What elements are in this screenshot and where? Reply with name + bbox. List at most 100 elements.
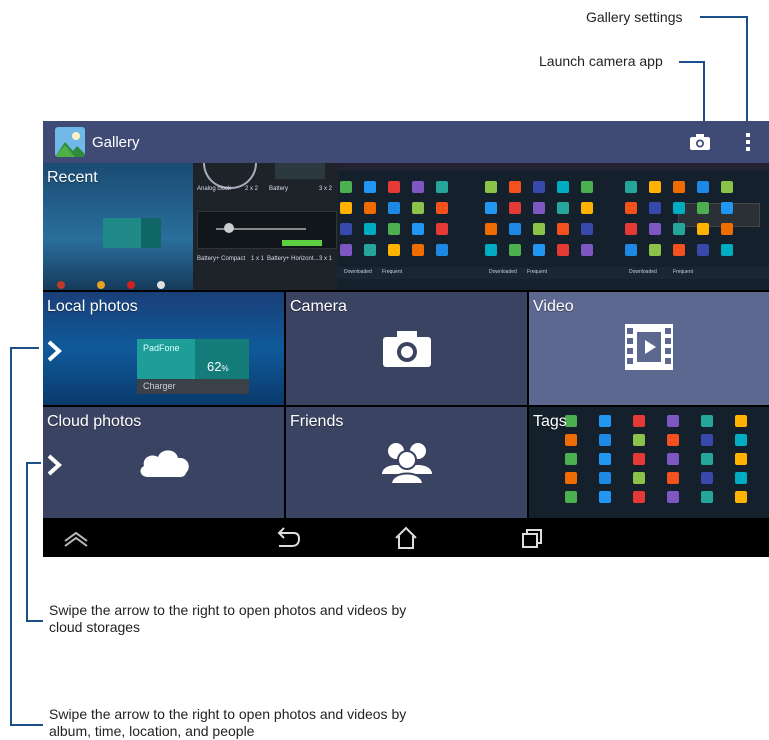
app-icon-thumb [599,415,611,427]
app-icon-thumb [701,434,713,446]
app-icon-thumb [599,472,611,484]
battery-bars [197,211,337,249]
tile-recent[interactable]: Analog clock 2 x 2 Battery 3 x 2 Battery… [43,163,769,290]
app-icon-thumb [412,181,424,193]
battery-horizontal-label: Battery+ Horizont... [267,256,319,262]
app-icon-thumb [533,244,545,256]
local-arrow-callout-line-bottom [10,724,43,726]
app-icon-thumb [625,181,637,193]
gallery-settings-callout-line [700,16,748,18]
analog-clock-size: 2 x 2 [245,186,259,192]
tile-cloud-photos[interactable]: Cloud photos [43,407,284,518]
tile-local-photos[interactable]: Local photos PadFone 62% Charger [43,292,284,405]
battery-label: Battery [269,186,289,192]
dot [97,281,105,289]
chevron-right-icon[interactable] [45,339,63,363]
tile-friends-label: Friends [290,413,344,430]
cloud-arrow-callout: Swipe the arrow to the right to open pho… [49,602,407,635]
tile-tags[interactable]: Tags [529,407,769,518]
app-icon-thumb [599,434,611,446]
battery-horizontal-size: 3 x 1 [319,256,333,262]
app-icon-thumb [735,491,747,503]
tile-tags-label: Tags [533,413,567,430]
app-icon-thumb [633,491,645,503]
collapse-icon[interactable] [61,525,91,551]
app-icon-thumb [565,472,577,484]
recent-widget-percent-bar [141,218,161,248]
tile-video-label: Video [533,298,574,315]
home-icon[interactable] [391,525,421,551]
app-icon-thumb [735,415,747,427]
app-icon-thumb [533,202,545,214]
local-arrow-callout-line-v [10,347,12,725]
app-icon-thumb [701,453,713,465]
battery-charge-bar [282,240,322,246]
tile-friends[interactable]: Friends [286,407,527,518]
app-icon-thumb [388,244,400,256]
app-icon-thumb [412,202,424,214]
app-icon-thumb [633,434,645,446]
app-icon-thumb [735,434,747,446]
app-icon-thumb [557,244,569,256]
app-icon-thumb [565,453,577,465]
padfone-widget: PadFone 62% Charger [137,339,249,394]
app-icon-thumb [557,181,569,193]
back-icon[interactable] [271,525,301,551]
slider-thumb [224,223,234,233]
app-icon-thumb [673,181,685,193]
tile-video[interactable]: Video [529,292,769,405]
camera-icon [381,329,433,369]
dot [157,281,165,289]
app-icon-thumb [509,223,521,235]
app-icon-thumb [701,491,713,503]
app-icon-thumb [364,202,376,214]
overflow-menu-icon[interactable] [740,130,756,154]
app-icon-thumb [581,202,593,214]
app-icon-thumb [485,181,497,193]
app-icon-thumb [509,202,521,214]
app-icon-thumb [625,223,637,235]
app-icon-thumb [364,244,376,256]
app-drawer-thumb-1: Downloaded Frequent [338,163,483,290]
app-drawer-thumb-2: Downloaded Frequent [483,163,623,290]
camera-icon[interactable] [688,132,712,152]
app-icon-thumb [649,181,661,193]
app-icon-thumb [721,181,733,193]
app-icon-thumb [436,223,448,235]
app-icon-thumb [485,244,497,256]
app-icon-thumb [533,223,545,235]
app-icon-thumb [599,453,611,465]
app-icon-thumb [633,472,645,484]
app-icon-thumb [436,181,448,193]
app-icon-thumb [412,223,424,235]
app-icon-thumb [485,223,497,235]
downloaded-tab: Downloaded [489,269,517,275]
tablet-screen: Gallery Analog clock 2 x 2 Battery 3 x 2… [43,121,769,557]
frequent-tab: Frequent [527,269,548,275]
app-icon-thumb [667,472,679,484]
app-icon-thumb [625,202,637,214]
recent-apps-icon[interactable] [517,525,547,551]
app-icon-thumb [485,202,497,214]
recent-widget-thumb [103,218,161,248]
app-icon-thumb [673,244,685,256]
chevron-right-icon[interactable] [45,453,63,477]
padfone-label: PadFone [143,343,180,353]
tile-camera[interactable]: Camera [286,292,527,405]
launch-camera-callout: Launch camera app [539,53,663,69]
frequent-tab: Frequent [673,269,694,275]
battery-percent-unit: % [221,364,229,373]
app-icon-thumb [436,244,448,256]
battery-compact-size: 1 x 1 [251,256,265,262]
app-icon-thumb [697,244,709,256]
app-icon-thumb [721,244,733,256]
app-icon-thumb [581,244,593,256]
battery-thumb [275,163,325,179]
app-icon-thumb [364,181,376,193]
app-icon-thumb [340,181,352,193]
thumb-top-bar [483,163,623,171]
app-icon-thumb [388,202,400,214]
app-icon-thumb [697,181,709,193]
gallery-app-icon[interactable] [55,127,85,157]
tile-camera-label: Camera [290,298,347,315]
